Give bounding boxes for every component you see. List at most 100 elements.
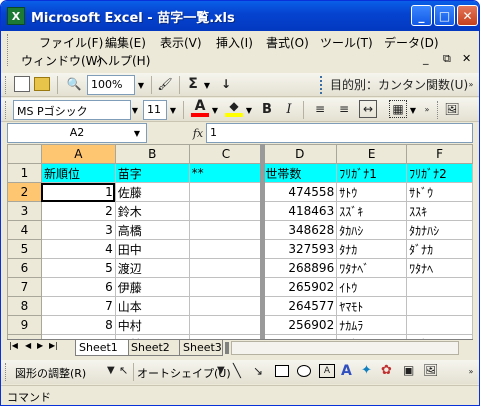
- tab-sheet1[interactable]: Sheet1: [75, 340, 129, 356]
- oval-icon[interactable]: [297, 365, 311, 377]
- toolbar-grip[interactable]: [320, 76, 323, 94]
- borders-icon[interactable]: ▦: [389, 100, 407, 118]
- font-size-select[interactable]: 11: [143, 100, 167, 120]
- row-header[interactable]: 2: [7, 182, 42, 202]
- fill-color-icon[interactable]: ◆: [225, 99, 243, 117]
- open-icon[interactable]: [34, 77, 50, 91]
- insert-picture-icon[interactable]: ▣: [403, 363, 414, 377]
- select-all-corner[interactable]: [7, 144, 42, 164]
- cell[interactable]: [188, 220, 264, 240]
- tab-split-handle[interactable]: [225, 342, 229, 354]
- doc-restore-icon[interactable]: ⧉: [443, 52, 451, 66]
- doc-close-icon[interactable]: ✕: [462, 52, 471, 65]
- wordart-icon[interactable]: A: [341, 363, 352, 379]
- cell[interactable]: 265902: [262, 277, 338, 297]
- menu-help[interactable]: ヘルプ(H): [96, 52, 150, 69]
- column-header[interactable]: B: [114, 144, 190, 164]
- insert-function-icon[interactable]: fx: [189, 125, 207, 141]
- cell[interactable]: 2: [40, 201, 116, 221]
- cell[interactable]: ｻﾄﾞｳ: [406, 182, 473, 202]
- cell[interactable]: ﾜﾀﾅﾍﾞ: [336, 258, 408, 278]
- horizontal-scrollbar[interactable]: [231, 341, 459, 355]
- format-painter-icon[interactable]: 🖌: [156, 75, 174, 93]
- cell[interactable]: **: [188, 163, 264, 183]
- tab-sheet3[interactable]: Sheet3: [179, 340, 223, 356]
- split-bar[interactable]: [260, 144, 265, 339]
- title-bar[interactable]: X Microsoft Excel - 苗字一覧.xls _ □ ✕: [1, 1, 479, 31]
- cell[interactable]: 474558: [262, 182, 338, 202]
- cell[interactable]: ﾌﾘｶﾞﾅ1: [336, 163, 408, 183]
- autosum-icon[interactable]: Σ: [185, 75, 201, 93]
- arrow-icon[interactable]: ↘: [253, 364, 263, 378]
- minimize-button[interactable]: _: [411, 5, 432, 26]
- tab-last-icon[interactable]: ▶|: [49, 341, 58, 350]
- cell[interactable]: 268896: [262, 258, 338, 278]
- new-icon[interactable]: [14, 76, 30, 92]
- toolbar-grip[interactable]: [5, 76, 8, 94]
- cell[interactable]: 新順位: [40, 163, 116, 183]
- font-dropdown-icon[interactable]: ▼: [129, 101, 141, 119]
- column-header[interactable]: C: [188, 144, 264, 164]
- tab-next-icon[interactable]: ▶: [37, 341, 43, 350]
- cell[interactable]: 348628: [262, 220, 338, 240]
- zoom-select[interactable]: 100%: [87, 75, 135, 95]
- cell[interactable]: [188, 258, 264, 278]
- row-header[interactable]: 3: [7, 201, 42, 221]
- cell[interactable]: 5: [40, 258, 116, 278]
- shape-adjust-menu[interactable]: 図形の調整(R): [15, 365, 86, 381]
- column-header[interactable]: E: [336, 144, 408, 164]
- bold-icon[interactable]: B: [259, 100, 275, 118]
- cell[interactable]: 山本: [114, 296, 190, 316]
- row-header[interactable]: 7: [7, 277, 42, 297]
- text-box-icon[interactable]: A: [319, 364, 335, 378]
- cell[interactable]: ﾌﾘｶﾞﾅ2: [406, 163, 473, 183]
- cell[interactable]: 苗字: [114, 163, 190, 183]
- formula-input[interactable]: 1: [206, 123, 473, 143]
- zoom-dropdown-icon[interactable]: ▼: [135, 76, 147, 94]
- cell[interactable]: 世帯数: [262, 163, 338, 183]
- cell[interactable]: ﾀﾅｶ: [336, 239, 408, 259]
- cell[interactable]: 伊藤: [114, 277, 190, 297]
- diagram-icon[interactable]: ✦: [361, 363, 372, 378]
- cell[interactable]: 鈴木: [114, 201, 190, 221]
- doc-minimize-icon[interactable]: _: [423, 52, 429, 65]
- cell[interactable]: ﾀｶﾊｼ: [336, 220, 408, 240]
- shape-adjust-dropdown-icon[interactable]: ▼: [107, 365, 115, 376]
- cell[interactable]: ﾀﾞﾅｶ: [406, 239, 473, 259]
- toolbar-grip[interactable]: [5, 363, 8, 381]
- line-icon[interactable]: ╲: [233, 364, 241, 379]
- name-box-dropdown-icon[interactable]: ▼: [131, 124, 143, 142]
- cell[interactable]: 7: [40, 296, 116, 316]
- excel-app-icon[interactable]: X: [7, 7, 25, 25]
- menu-insert[interactable]: 挿入(I): [216, 34, 253, 51]
- cell[interactable]: 渡辺: [114, 258, 190, 278]
- row-header[interactable]: 1: [7, 163, 42, 183]
- column-header[interactable]: D: [262, 144, 338, 164]
- row-header[interactable]: 6: [7, 258, 42, 278]
- menu-grip[interactable]: [7, 34, 10, 66]
- autoshapes-dropdown-icon[interactable]: ▼: [217, 365, 225, 376]
- cell[interactable]: [188, 296, 264, 316]
- cell[interactable]: 256902: [262, 315, 338, 335]
- size-dropdown-icon[interactable]: ▼: [167, 101, 179, 119]
- font-color-icon[interactable]: A: [191, 98, 209, 117]
- menu-file[interactable]: ファイル(F): [39, 34, 103, 51]
- toolbar-grip[interactable]: [5, 101, 8, 119]
- cell[interactable]: [188, 239, 264, 259]
- cell[interactable]: 6: [40, 277, 116, 297]
- row-header[interactable]: 8: [7, 296, 42, 316]
- picture-icon[interactable]: 🖼: [443, 100, 461, 118]
- cell[interactable]: 佐藤: [114, 182, 190, 202]
- menu-window[interactable]: ウィンドウ(W): [21, 52, 102, 69]
- vertical-scrollbar[interactable]: [473, 144, 479, 339]
- align-left-icon[interactable]: ≡: [311, 100, 329, 118]
- cell[interactable]: [188, 315, 264, 335]
- cell[interactable]: [188, 277, 264, 297]
- row-header[interactable]: 9: [7, 315, 42, 335]
- autosum-dropdown-icon[interactable]: ▼: [201, 76, 213, 94]
- cell[interactable]: 418463: [262, 201, 338, 221]
- row-header[interactable]: 5: [7, 239, 42, 259]
- cell[interactable]: [406, 277, 473, 297]
- italic-icon[interactable]: I: [281, 100, 297, 118]
- function-help-dropdown[interactable]: 目的別：カンタン関数(U): [330, 75, 468, 93]
